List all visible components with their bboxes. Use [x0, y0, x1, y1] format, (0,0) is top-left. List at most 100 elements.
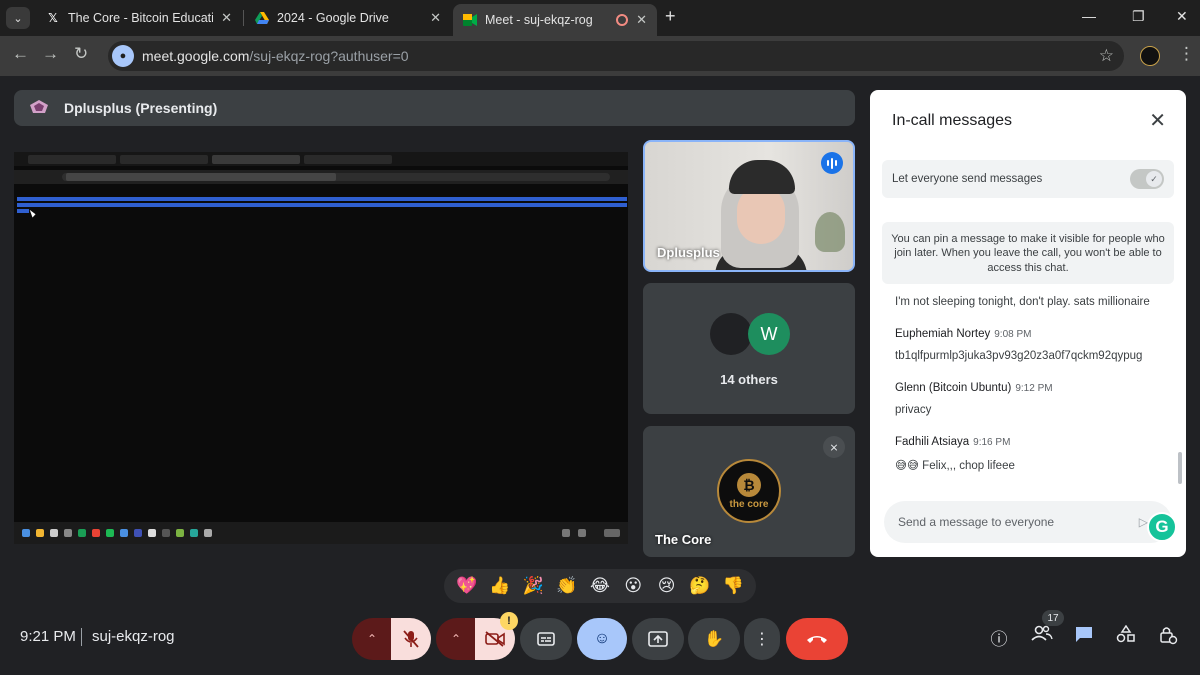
speaking-indicator-icon — [821, 152, 843, 174]
chat-button[interactable] — [1070, 625, 1098, 648]
meeting-details-button[interactable]: ⓘ — [985, 625, 1013, 650]
divider — [81, 628, 82, 646]
restore-icon[interactable]: ❐ — [1132, 8, 1145, 25]
profile-avatar[interactable] — [1140, 46, 1160, 66]
reload-icon[interactable]: ↻ — [74, 44, 88, 64]
mouse-cursor — [29, 208, 37, 218]
permission-row: Let everyone send messages ✓ — [882, 160, 1174, 198]
message-sender: Fadhili Atsiaya — [895, 436, 970, 448]
camera-off-icon — [485, 631, 505, 647]
raise-hand-button[interactable]: ✋ — [688, 618, 740, 660]
forward-icon[interactable]: → — [42, 44, 59, 64]
more-options-button[interactable]: ⋮ — [744, 618, 780, 660]
close-icon[interactable]: ✕ — [430, 10, 441, 26]
reaction-thumbs-up-button[interactable]: 👍 — [486, 572, 514, 600]
message-time: 9:16 PM — [973, 437, 1011, 448]
reaction-thinking-button[interactable]: 🤔 — [686, 572, 714, 600]
tab-the-core[interactable]: 𝕏 The Core - Bitcoin Education (@ ✕ — [36, 4, 242, 32]
grammarly-icon[interactable]: G — [1147, 512, 1177, 542]
presenter-avatar-icon — [30, 100, 48, 113]
tab-title: 2024 - Google Drive — [277, 11, 389, 25]
hand-icon: ✋ — [704, 631, 724, 648]
avatar — [710, 313, 752, 355]
shared-address-bar — [62, 173, 610, 181]
present-screen-icon — [648, 631, 668, 647]
message-time: 9:08 PM — [994, 329, 1032, 340]
panel-title: In-call messages — [892, 112, 1013, 129]
emoji-icon: ☺ — [593, 630, 611, 647]
present-button[interactable] — [632, 618, 684, 660]
participant-name: The Core — [655, 532, 712, 547]
reaction-sad-button[interactable]: 😢 — [653, 572, 681, 600]
chevron-up-icon: ⌃ — [366, 632, 378, 646]
allow-messages-toggle[interactable]: ✓ — [1130, 169, 1164, 189]
presenter-bar: Dplusplus (Presenting) — [14, 90, 855, 126]
reaction-thumbs-down-button[interactable]: 👎 — [719, 572, 747, 600]
reaction-party-button[interactable]: 🎉 — [519, 572, 547, 600]
hex-data-line — [17, 197, 627, 201]
background-plant — [815, 212, 845, 252]
permission-label: Let everyone send messages — [892, 173, 1043, 185]
microphone-permission-icon[interactable]: ● — [112, 45, 134, 67]
address-bar[interactable]: ● meet.google.com /suj-ekqz-rog?authuser… — [108, 41, 1124, 71]
logo-text: the core — [729, 498, 769, 510]
microphone-toggle-button[interactable] — [391, 618, 431, 660]
chevron-up-icon: ⌃ — [450, 632, 462, 646]
browser-menu-icon[interactable]: ⋮ — [1178, 44, 1195, 64]
mic-off-icon — [403, 630, 419, 648]
reactions-button[interactable]: ☺ — [577, 618, 627, 660]
list-item: Glenn (Bitcoin Ubuntu) 9:12 PM privacy — [895, 378, 1165, 416]
close-window-icon[interactable]: ✕ — [1176, 8, 1188, 25]
camera-warning-badge: ! — [500, 612, 518, 630]
audio-options-button[interactable]: ⌃ — [352, 618, 392, 660]
captions-button[interactable] — [520, 618, 572, 660]
tab-search-button[interactable]: ⌄ — [6, 7, 30, 29]
list-item: Euphemiah Nortey 9:08 PM tb1qlfpurmlp3juk… — [895, 324, 1165, 362]
list-item: I'm not sleeping tonight, don't play. sa… — [895, 296, 1165, 308]
close-icon[interactable]: ✕ — [1149, 108, 1166, 133]
shared-tab — [212, 155, 300, 164]
bookmark-star-icon[interactable]: ☆ — [1099, 46, 1114, 66]
the-core-logo: ₿ the core — [717, 459, 781, 523]
tab-google-meet[interactable]: Meet - suj-ekqz-rog ✕ — [453, 4, 657, 36]
shared-taskbar — [14, 522, 628, 544]
info-icon: ⓘ — [990, 630, 1008, 649]
tab-google-drive[interactable]: 2024 - Google Drive ✕ — [245, 4, 451, 32]
people-button[interactable] — [1028, 625, 1056, 646]
browser-toolbar: ← → ↻ ● meet.google.com /suj-ekqz-rog?au… — [0, 36, 1200, 76]
reaction-clap-button[interactable]: 👏 — [553, 572, 581, 600]
shared-screen — [14, 152, 628, 544]
browser-tab-bar: ⌄ 𝕏 The Core - Bitcoin Education (@ ✕ 20… — [0, 0, 1200, 36]
scrollbar[interactable] — [1178, 452, 1182, 484]
reaction-laugh-button[interactable]: 😂 — [586, 572, 614, 600]
message-text: I'm not sleeping tonight, don't play. sa… — [895, 296, 1150, 308]
people-count-badge: 17 — [1042, 610, 1064, 626]
close-icon[interactable]: ✕ — [636, 12, 647, 28]
message-sender: Euphemiah Nortey — [895, 328, 991, 340]
new-tab-button[interactable]: + — [665, 6, 676, 27]
minimize-icon[interactable]: — — [1082, 8, 1096, 24]
tab-separator — [243, 10, 244, 26]
video-options-button[interactable]: ⌃ — [436, 618, 476, 660]
x-logo-icon: 𝕏 — [48, 11, 58, 25]
participant-tile-others[interactable]: W 14 others — [643, 283, 855, 414]
hex-data-line — [17, 209, 29, 213]
in-call-messages-panel: In-call messages ✕ Let everyone send mes… — [870, 90, 1186, 557]
back-icon[interactable]: ← — [12, 44, 29, 64]
message-sender: Glenn (Bitcoin Ubuntu) — [895, 382, 1012, 394]
reaction-heart-button[interactable]: 💖 — [453, 572, 481, 600]
activities-icon — [1116, 624, 1135, 643]
presenter-label: Dplusplus (Presenting) — [64, 100, 218, 116]
leave-call-button[interactable] — [786, 618, 848, 660]
hex-data-line — [17, 203, 627, 207]
close-icon[interactable]: ✕ — [221, 10, 232, 26]
url-host: meet.google.com — [142, 48, 250, 64]
activities-button[interactable] — [1112, 624, 1140, 648]
participant-tile-self[interactable]: Dplusplus — [643, 140, 855, 272]
host-controls-button[interactable] — [1154, 625, 1182, 650]
pin-info-notice: You can pin a message to make it visible… — [882, 222, 1174, 284]
message-input[interactable] — [898, 515, 1118, 529]
participant-tile-the-core[interactable]: ⨯ ₿ the core The Core — [643, 426, 855, 557]
meeting-code: suj-ekqz-rog — [92, 628, 175, 645]
reaction-surprised-button[interactable]: 😮 — [619, 572, 647, 600]
